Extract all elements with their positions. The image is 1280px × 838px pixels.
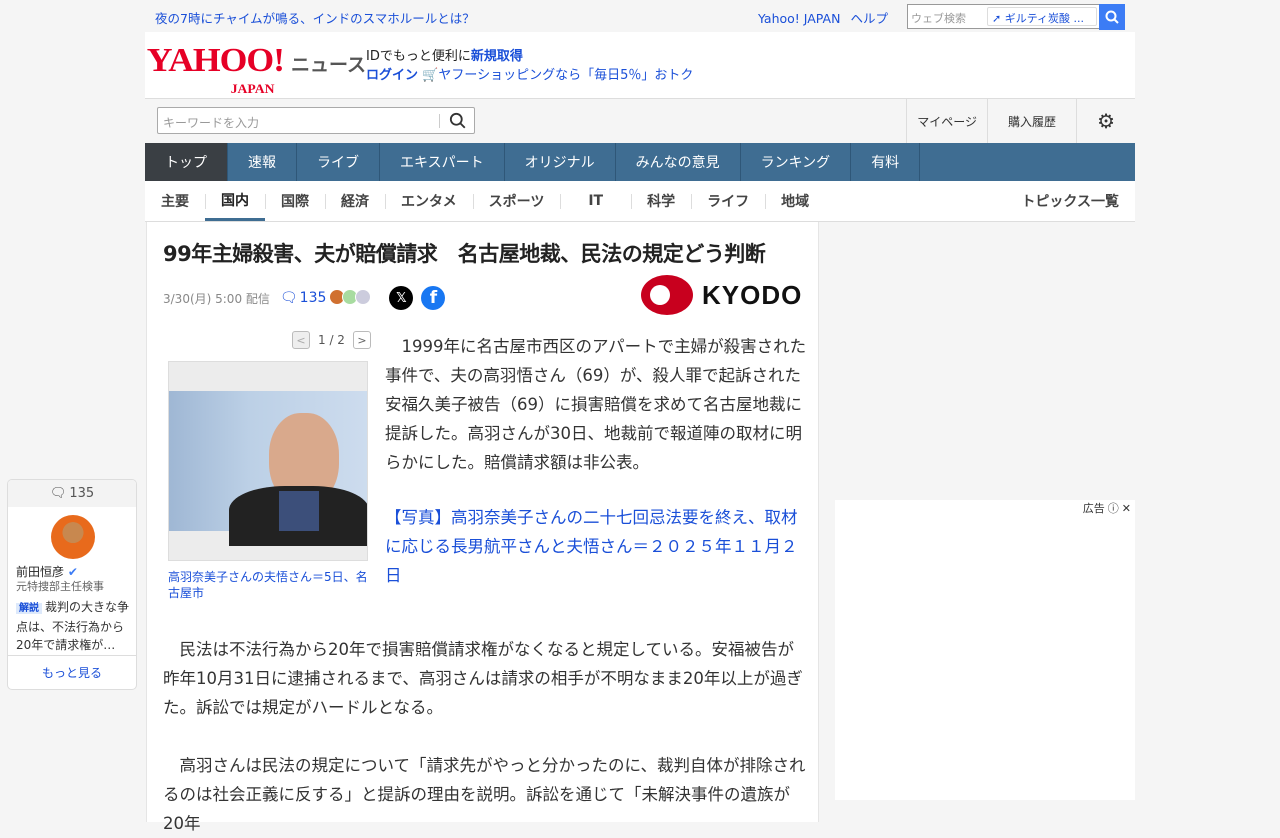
gear-icon: ⚙: [1097, 109, 1115, 133]
subnav-local[interactable]: 地域: [765, 181, 825, 221]
signup-link[interactable]: 新規取得: [471, 49, 523, 64]
cart-icon: 🛒: [422, 68, 439, 83]
article-title: 99年主婦殺害、夫が賠償請求 名古屋地裁、民法の規定どう判断: [163, 242, 766, 266]
info-icon[interactable]: ⓘ: [1108, 500, 1119, 516]
mypage-link[interactable]: マイページ: [906, 99, 987, 143]
login-link[interactable]: ログイン: [366, 68, 418, 83]
subnav-it[interactable]: IT: [560, 181, 631, 221]
ad-label: 広告: [1082, 502, 1105, 515]
search-row: キーワードを入力 マイページ 購入履歴 ⚙: [145, 99, 1135, 143]
sub-nav: 主要 国内 国際 経済 エンタメ スポーツ IT 科学 ライフ 地域 トピックス…: [145, 181, 1135, 222]
search-icon: [1105, 10, 1119, 24]
publish-date: 3/30(月) 5:00 配信: [163, 291, 270, 306]
photo-link[interactable]: 【写真】高羽奈美子さんの二十七回忌法要を終え、取材に応じる長男航平さんと夫悟さん…: [385, 503, 807, 590]
comment-icon: 🗨: [49, 486, 67, 501]
verified-icon: ✔: [67, 565, 78, 579]
web-search-placeholder: ウェブ検索: [911, 12, 966, 25]
close-icon[interactable]: ✕: [1122, 502, 1131, 515]
header: YAHOO! JAPAN ニュース IDでもっと便利に新規取得 ログイン 🛒ヤフー…: [145, 32, 1135, 99]
ticker-link[interactable]: 夜の7時にチャイムが鳴る、インドのスマホルールとは？: [155, 8, 475, 27]
yahoo-japan-link[interactable]: Yahoo! JAPAN: [758, 11, 840, 26]
x-share-button[interactable]: 𝕏: [389, 286, 414, 310]
web-search-input[interactable]: ウェブ検索 ➚ ギルティ炭酸 ...: [907, 4, 1100, 29]
article-paragraph: 高羽さんは民法の規定について「請求先がやっと分かったのに、裁判自体が排除されるの…: [163, 756, 806, 833]
prev-photo-button[interactable]: <: [292, 331, 310, 349]
nav-opinions[interactable]: みんなの意見: [616, 143, 741, 181]
next-photo-button[interactable]: >: [352, 331, 371, 349]
nav-original[interactable]: オリジナル: [505, 143, 616, 181]
ad-slot: 広告 ⓘ ✕: [835, 500, 1135, 800]
article: 99年主婦殺害、夫が賠償請求 名古屋地裁、民法の規定どう判断 3/30(月) 5…: [146, 222, 819, 833]
article-photo[interactable]: [168, 361, 368, 561]
kyodo-mark-icon: [641, 275, 693, 315]
search-icon[interactable]: [449, 112, 466, 129]
shopping-promo-link[interactable]: ヤフーショッピングなら「毎日5％」おトク: [438, 68, 693, 83]
top-bar: 夜の7時にチャイムが鳴る、インドのスマホルールとは？ Yahoo! JAPAN ヘ…: [145, 0, 1135, 32]
see-more-link[interactable]: もっと見る: [8, 655, 136, 689]
web-search-button[interactable]: [1099, 4, 1125, 30]
expert-name: 前田恒彦: [16, 565, 65, 579]
nav-breaking[interactable]: 速報: [228, 143, 297, 181]
nav-paid[interactable]: 有料: [851, 143, 921, 181]
subnav-economy[interactable]: 経済: [325, 181, 385, 221]
subnav-world[interactable]: 国際: [265, 181, 325, 221]
nav-ranking[interactable]: ランキング: [741, 143, 852, 181]
article-paragraph: 民法は不法行為から20年で損害賠償請求権がなくなると規定している。安福被告が昨年…: [163, 640, 803, 717]
subnav-entertainment[interactable]: エンタメ: [385, 181, 473, 221]
subnav-domestic[interactable]: 国内: [205, 181, 265, 221]
expert-role: 元特捜部主任検事: [16, 580, 104, 593]
nav-live[interactable]: ライブ: [297, 143, 380, 181]
commentary-badge: 解説: [16, 603, 42, 614]
keyword-search-input[interactable]: キーワードを入力: [157, 107, 475, 134]
id-text: IDでもっと便利に: [366, 49, 471, 64]
comments-link[interactable]: 🗨 135: [280, 290, 327, 306]
subnav-life[interactable]: ライフ: [691, 181, 765, 221]
photo-caption[interactable]: 高羽奈美子さんの夫悟さん＝5日、名古屋市: [168, 569, 373, 601]
settings-button[interactable]: ⚙: [1076, 99, 1135, 143]
subnav-sports[interactable]: スポーツ: [472, 181, 561, 221]
avatar: [51, 515, 95, 559]
search-suggestion[interactable]: ➚ ギルティ炭酸 ...: [987, 7, 1097, 26]
purchase-history-link[interactable]: 購入履歴: [987, 99, 1076, 143]
subnav-science[interactable]: 科学: [631, 181, 691, 221]
expert-comment-card[interactable]: 🗨 135 前田恒彦 ✔ 元特捜部主任検事 解説 裁判の大きな争点は、不法行為から2…: [7, 479, 137, 690]
comment-icon: 🗨: [279, 290, 298, 306]
main-nav: トップ 速報 ライブ エキスパート オリジナル みんなの意見 ランキング 有料: [145, 143, 1135, 181]
facebook-share-button[interactable]: f: [421, 286, 446, 310]
keyword-placeholder: キーワードを入力: [163, 116, 260, 130]
nav-expert[interactable]: エキスパート: [380, 143, 505, 181]
pager-count: 1 / 2: [318, 333, 345, 347]
article-paragraph: 1999年に名古屋市西区のアパートで主婦が殺害された事件で、夫の高羽悟さん（69…: [385, 337, 807, 472]
yahoo-logo[interactable]: YAHOO! JAPAN: [147, 44, 285, 97]
nav-top[interactable]: トップ: [145, 143, 228, 181]
subnav-main[interactable]: 主要: [145, 181, 205, 221]
comment-count: 135: [69, 486, 95, 501]
suggestion-text: ギルティ炭酸 ...: [1004, 12, 1085, 25]
commenter-avatars[interactable]: [329, 288, 372, 308]
photo-pager: < 1 / 2 >: [292, 331, 371, 349]
service-name[interactable]: ニュース: [291, 50, 366, 77]
help-link[interactable]: ヘルプ: [850, 11, 888, 26]
kyodo-logo[interactable]: KYODO: [640, 274, 802, 316]
topics-list-link[interactable]: トピックス一覧: [1021, 181, 1135, 221]
